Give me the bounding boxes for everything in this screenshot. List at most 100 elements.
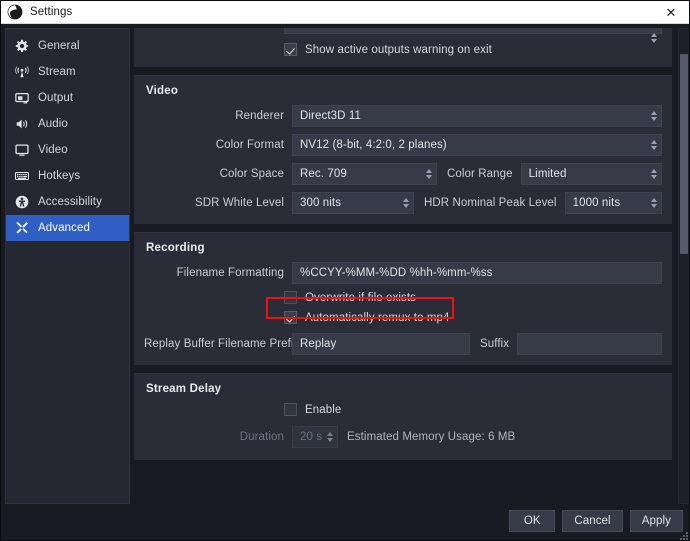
spinner-arrows-icon[interactable] bbox=[422, 165, 435, 183]
settings-window: Settings ✕ General Stream Output Audio V… bbox=[0, 0, 690, 541]
overwrite-if-file-exists-checkbox[interactable] bbox=[284, 291, 297, 304]
overwrite-if-file-exists-row[interactable]: Overwrite if file exists bbox=[144, 291, 662, 304]
sidebar-item-audio[interactable]: Audio bbox=[6, 111, 129, 137]
automatically-remux-row[interactable]: Automatically remux to mp4 bbox=[144, 311, 662, 324]
filename-formatting-input[interactable]: %CCYY-%MM-%DD %hh-%mm-%ss bbox=[292, 262, 662, 284]
sdr-white-level-value: 300 nits bbox=[300, 197, 342, 209]
keyboard-icon bbox=[15, 171, 29, 181]
stream-delay-enable-label: Enable bbox=[305, 403, 342, 416]
color-format-value: NV12 (8-bit, 4:2:0, 2 planes) bbox=[300, 139, 447, 151]
replay-buffer-filename-prefix-value: Replay bbox=[300, 338, 337, 350]
suffix-input[interactable] bbox=[517, 333, 662, 355]
replay-buffer-filename-prefix-input[interactable]: Replay bbox=[292, 333, 470, 355]
replay-buffer-prefix-row: Replay Buffer Filename Prefix Replay Suf… bbox=[144, 333, 662, 355]
content-scrollbar[interactable] bbox=[678, 28, 689, 504]
ok-button[interactable]: OK bbox=[509, 510, 556, 532]
content-scrollbar-thumb[interactable] bbox=[680, 54, 688, 254]
sidebar-item-video[interactable]: Video bbox=[6, 137, 129, 163]
hdr-nominal-peak-level-label: HDR Nominal Peak Level bbox=[424, 197, 557, 209]
window-titlebar: Settings ✕ bbox=[1, 1, 689, 24]
duration-spinbox[interactable]: 20 s bbox=[292, 426, 338, 448]
recording-group: Recording Filename Formatting %CCYY-%MM-… bbox=[134, 232, 672, 365]
stream-delay-enable-row[interactable]: Enable bbox=[144, 403, 662, 416]
sidebar-item-label: Stream bbox=[38, 66, 76, 78]
color-space-value: Rec. 709 bbox=[300, 168, 347, 180]
suffix-label: Suffix bbox=[480, 338, 510, 350]
spinner-arrows-icon[interactable] bbox=[647, 136, 660, 154]
color-space-combobox[interactable]: Rec. 709 bbox=[292, 163, 437, 185]
stream-delay-duration-row: Duration 20 s Estimated Memory Usage: 6 … bbox=[144, 426, 662, 448]
duration-label: Duration bbox=[239, 431, 284, 443]
white-level-row: SDR White Level 300 nits HDR Nominal Pea… bbox=[144, 192, 662, 214]
renderer-combobox[interactable]: Direct3D 11 bbox=[292, 105, 662, 127]
filename-formatting-row: Filename Formatting %CCYY-%MM-%DD %hh-%m… bbox=[144, 262, 662, 284]
settings-sidebar: General Stream Output Audio Video Hotkey… bbox=[5, 28, 130, 504]
sidebar-item-label: Output bbox=[38, 92, 74, 104]
apply-button[interactable]: Apply bbox=[629, 510, 683, 532]
color-range-label: Color Range bbox=[447, 168, 513, 180]
color-format-row: Color Format NV12 (8-bit, 4:2:0, 2 plane… bbox=[144, 134, 662, 156]
close-icon[interactable]: ✕ bbox=[651, 1, 689, 24]
hdr-nominal-peak-level-value: 1000 nits bbox=[572, 197, 621, 209]
sidebar-item-general[interactable]: General bbox=[6, 33, 129, 59]
overwrite-if-file-exists-label: Overwrite if file exists bbox=[305, 291, 417, 304]
color-range-value: Limited bbox=[528, 168, 567, 180]
sidebar-item-label: Advanced bbox=[38, 222, 90, 234]
hdr-nominal-peak-level-spinbox[interactable]: 1000 nits bbox=[564, 192, 662, 214]
sidebar-item-label: Accessibility bbox=[38, 196, 102, 208]
color-space-range-row: Color Space Rec. 709 Color Range Limited bbox=[144, 163, 662, 185]
color-range-combobox[interactable]: Limited bbox=[520, 163, 662, 185]
show-active-outputs-warning-label: Show active outputs warning on exit bbox=[305, 43, 492, 56]
renderer-value: Direct3D 11 bbox=[300, 110, 361, 122]
duration-value: 20 s bbox=[300, 431, 323, 443]
filename-formatting-label: Filename Formatting bbox=[176, 267, 284, 279]
automatically-remux-label: Automatically remux to mp4 bbox=[305, 311, 450, 324]
replay-buffer-filename-prefix-label: Replay Buffer Filename Prefix bbox=[144, 338, 300, 350]
estimated-memory-usage-text: Estimated Memory Usage: 6 MB bbox=[347, 431, 516, 443]
recording-group-title: Recording bbox=[146, 242, 205, 254]
general-tail-group: Show active outputs warning on exit bbox=[134, 28, 672, 67]
spinner-arrows-icon[interactable] bbox=[647, 165, 660, 183]
stream-delay-group: Stream Delay Enable Duration 20 s Estima… bbox=[134, 373, 672, 460]
show-active-outputs-warning-row[interactable]: Show active outputs warning on exit bbox=[144, 43, 662, 56]
monitor-icon bbox=[15, 144, 29, 156]
sidebar-item-label: Video bbox=[38, 144, 68, 156]
sdr-white-level-label: SDR White Level bbox=[194, 197, 284, 209]
color-format-label: Color Format bbox=[215, 139, 284, 151]
window-title: Settings bbox=[30, 6, 73, 18]
gear-icon bbox=[15, 39, 29, 53]
spinner-arrows-icon[interactable] bbox=[399, 194, 412, 212]
settings-scroll-inner: Show active outputs warning on exit Vide… bbox=[134, 28, 672, 468]
video-group: Video Renderer Direct3D 11 Color Format … bbox=[134, 75, 672, 224]
color-format-combobox[interactable]: NV12 (8-bit, 4:2:0, 2 planes) bbox=[292, 134, 662, 156]
sdr-white-level-spinbox[interactable]: 300 nits bbox=[292, 192, 414, 214]
sidebar-item-label: Audio bbox=[38, 118, 68, 130]
sidebar-item-hotkeys[interactable]: Hotkeys bbox=[6, 163, 129, 189]
cut-off-field[interactable] bbox=[284, 28, 662, 43]
spinner-arrows-icon[interactable] bbox=[647, 194, 660, 212]
broadcast-icon bbox=[15, 66, 29, 78]
color-space-label: Color Space bbox=[219, 168, 284, 180]
speaker-icon bbox=[16, 119, 28, 129]
spinner-arrows-icon[interactable] bbox=[323, 428, 336, 446]
sidebar-item-stream[interactable]: Stream bbox=[6, 59, 129, 85]
stream-delay-enable-checkbox[interactable] bbox=[284, 403, 297, 416]
sidebar-item-label: General bbox=[38, 40, 80, 52]
sidebar-item-output[interactable]: Output bbox=[6, 85, 129, 111]
renderer-row: Renderer Direct3D 11 bbox=[144, 105, 662, 127]
obs-logo-icon bbox=[7, 4, 23, 20]
resize-grip[interactable] bbox=[679, 531, 688, 540]
settings-content-pane: Show active outputs warning on exit Vide… bbox=[134, 28, 687, 504]
spinner-arrows-icon[interactable] bbox=[647, 107, 660, 125]
automatically-remux-checkbox[interactable] bbox=[284, 311, 297, 324]
sidebar-item-label: Hotkeys bbox=[38, 170, 81, 182]
accessibility-icon bbox=[15, 195, 29, 209]
stream-delay-group-title: Stream Delay bbox=[146, 383, 222, 395]
show-active-outputs-warning-checkbox[interactable] bbox=[284, 43, 297, 56]
cancel-button[interactable]: Cancel bbox=[562, 510, 623, 532]
tools-icon bbox=[16, 221, 28, 234]
sidebar-item-advanced[interactable]: Advanced bbox=[6, 215, 129, 241]
dialog-button-bar: OK Cancel Apply bbox=[509, 510, 683, 532]
sidebar-item-accessibility[interactable]: Accessibility bbox=[6, 189, 129, 215]
renderer-label: Renderer bbox=[235, 110, 284, 122]
